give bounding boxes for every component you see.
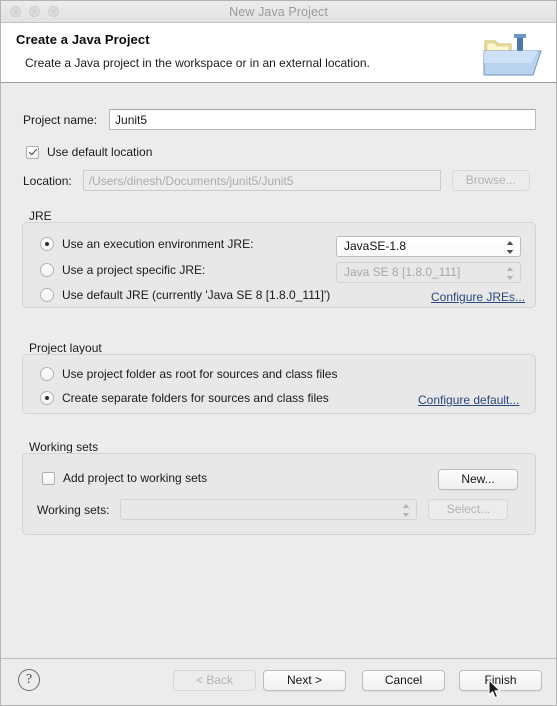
project-layout-group: Use project folder as root for sources a… [22, 354, 536, 414]
layout-option-separate-folders[interactable]: Create separate folders for sources and … [40, 391, 329, 405]
title-bar: New Java Project [1, 1, 556, 23]
jre-project-specific-radio[interactable] [40, 263, 54, 277]
jre-project-specific-combo[interactable]: Java SE 8 [1.8.0_111] [336, 262, 521, 283]
maximize-window-button[interactable] [48, 6, 59, 17]
jre-group: Use an execution environment JRE: JavaSE… [22, 222, 536, 308]
browse-button[interactable]: Browse... [451, 170, 530, 191]
cancel-button[interactable]: Cancel [362, 670, 445, 691]
working-sets-label: Working sets: [37, 502, 110, 517]
chevron-updown-icon [402, 503, 410, 518]
dialog-footer: ? < Back Next > Cancel Finish [1, 658, 556, 705]
page-title: Create a Java Project [16, 32, 150, 47]
window-title: New Java Project [229, 4, 328, 19]
jre-execution-environment-label: Use an execution environment JRE: [62, 237, 254, 251]
finish-button[interactable]: Finish [459, 670, 542, 691]
working-sets-group-label: Working sets [29, 440, 99, 454]
location-label: Location: [23, 173, 72, 188]
layout-project-folder-radio[interactable] [40, 367, 54, 381]
next-button[interactable]: Next > [263, 670, 346, 691]
configure-jres-link[interactable]: Configure JREs... [431, 290, 525, 304]
jre-execution-environment-combo[interactable]: JavaSE-1.8 [336, 236, 521, 257]
use-default-location-label: Use default location [47, 145, 153, 159]
dialog-body: Project name: Use default location Locat… [1, 83, 556, 658]
jre-project-specific-combo-value: Java SE 8 [1.8.0_111] [344, 265, 461, 279]
layout-option-project-folder-root[interactable]: Use project folder as root for sources a… [40, 367, 337, 381]
new-working-set-button[interactable]: New... [438, 469, 518, 490]
chevron-updown-icon [506, 240, 514, 255]
configure-default-link[interactable]: Configure default... [418, 393, 519, 407]
java-project-folder-icon [481, 31, 545, 79]
jre-option-execution-environment[interactable]: Use an execution environment JRE: [40, 237, 253, 251]
chevron-updown-icon [506, 266, 514, 281]
close-window-button[interactable] [10, 6, 21, 17]
project-name-row: Project name: [23, 109, 536, 130]
working-sets-combo[interactable] [120, 499, 418, 520]
project-name-label: Project name: [23, 112, 98, 127]
working-sets-select-row: Working sets: Select... [37, 499, 509, 520]
dialog-header: Create a Java Project Create a Java proj… [1, 23, 556, 83]
layout-separate-folders-label: Create separate folders for sources and … [62, 391, 329, 405]
jre-execution-environment-radio[interactable] [40, 237, 54, 251]
add-project-to-working-sets-checkbox[interactable] [42, 471, 55, 485]
use-default-location-checkbox[interactable] [26, 145, 39, 159]
jre-default-label: Use default JRE (currently 'Java SE 8 [1… [62, 288, 331, 302]
add-project-to-working-sets-label: Add project to working sets [63, 471, 208, 485]
jre-group-label: JRE [29, 209, 52, 223]
working-sets-group: Add project to working sets New... Worki… [22, 453, 536, 535]
back-button[interactable]: < Back [173, 670, 256, 691]
layout-project-folder-label: Use project folder as root for sources a… [62, 367, 338, 381]
select-working-set-button[interactable]: Select... [428, 499, 509, 520]
use-default-location-row[interactable]: Use default location [26, 145, 152, 159]
project-name-input[interactable] [109, 109, 536, 130]
help-icon[interactable]: ? [18, 669, 40, 691]
new-java-project-dialog: New Java Project Create a Java Project C… [0, 0, 557, 706]
jre-option-project-specific[interactable]: Use a project specific JRE: [40, 263, 205, 277]
jre-project-specific-label: Use a project specific JRE: [62, 263, 206, 277]
location-input[interactable] [82, 170, 441, 191]
location-row: Location: Browse... [23, 170, 536, 191]
jre-execution-environment-combo-value: JavaSE-1.8 [344, 239, 407, 253]
project-layout-group-label: Project layout [29, 341, 102, 355]
add-project-to-working-sets-row[interactable]: Add project to working sets [42, 471, 207, 485]
window-controls [10, 6, 59, 17]
page-description: Create a Java project in the workspace o… [25, 56, 370, 70]
layout-separate-folders-radio[interactable] [40, 391, 54, 405]
jre-option-default[interactable]: Use default JRE (currently 'Java SE 8 [1… [40, 288, 330, 302]
jre-default-radio[interactable] [40, 288, 54, 302]
minimize-window-button[interactable] [29, 6, 40, 17]
